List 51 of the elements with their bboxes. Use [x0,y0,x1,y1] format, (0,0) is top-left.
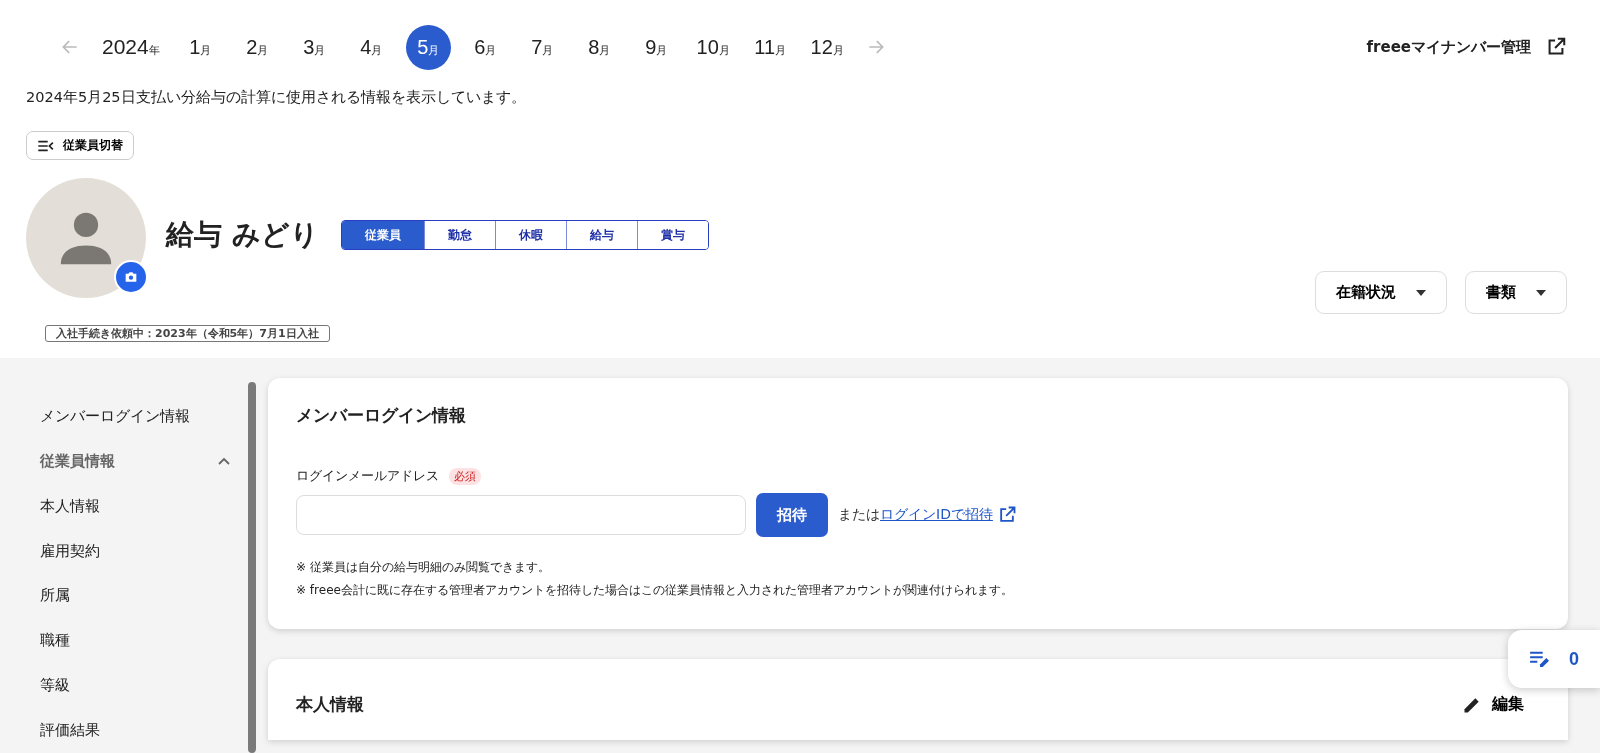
login-id-invite-link[interactable]: ログインIDで招待 [880,506,993,524]
month-tab[interactable]: 2月 [234,24,280,70]
dropdown-button[interactable]: 書類 [1465,271,1567,314]
sidebar-item[interactable]: 雇用契約 [40,528,230,574]
note-text: ※ freee会計に既に存在する管理者アカウントを招待した場合はこの従業員情報と入力された管理者アカウントが関連付けられます。 [296,582,1014,599]
month-tab[interactable]: 1月 [177,24,223,70]
sidebar-item[interactable]: 本人情報 [40,483,230,529]
or-text: または [838,506,880,524]
month-tab[interactable]: 9月 [633,24,679,70]
category-tab[interactable]: 賞与 [636,221,708,249]
category-tab[interactable]: 従業員 [341,221,424,249]
sidebar-item[interactable]: 等級 [40,663,230,709]
email-input-field[interactable] [296,495,746,535]
external-link[interactable]: freeeマイナンバー管理 [1366,37,1531,57]
person-silhouette-icon [58,210,114,266]
scrollbar[interactable] [248,382,256,753]
caret-down-icon [1536,289,1546,296]
chevron-icon [218,457,230,466]
month-tab[interactable]: 5月 [405,24,451,70]
month-tab[interactable]: 6月 [462,24,508,70]
employee-switch-button[interactable]: 従業員切替 [26,131,134,160]
month-tab[interactable]: 8月 [576,24,622,70]
card-title: 本人情報 [296,693,364,716]
month-tab[interactable]: 12月 [804,24,850,70]
note-text: ※ 従業員は自分の給与明細のみ閲覧できます。 [296,559,551,576]
month-tab[interactable]: 7月 [519,24,565,70]
month-tab[interactable]: 4月 [348,24,394,70]
required-badge: 必須 [449,467,481,485]
edit-button[interactable]: 編集 [1456,693,1530,716]
month-tab[interactable]: 3月 [291,24,337,70]
employee-name: 給与 みどり [166,217,319,253]
month-tab[interactable]: 10月 [690,24,736,70]
edit-list-counter-button[interactable]: 0 [1508,630,1600,688]
year-label: 2024年 [102,35,160,59]
description-text: 2024年5月25日支払い分給与の計算に使用される情報を表示しています。 [26,88,527,107]
sidebar-group-header[interactable]: 従業員情報 [40,438,230,484]
sidebar-item[interactable]: メンバーログイン情報 [40,394,230,439]
caret-down-icon [1416,289,1426,296]
dropdown-button[interactable]: 在籍状況 [1315,271,1447,314]
invite-button[interactable]: 招待 [756,493,828,537]
camera-icon [123,269,139,285]
group-label: 従業員情報 [40,451,115,471]
sidebar-item[interactable]: 職種 [40,618,230,664]
list-collapse-icon [37,139,55,152]
month-tab[interactable]: 11月 [747,24,793,70]
field-label: ログインメールアドレス [296,467,439,485]
list-pencil-icon [1529,650,1551,668]
card-title: メンバーログイン情報 [296,404,467,427]
status-badge: 入社手続き依頼中：2023年（令和5年）7月1日入社 [45,325,330,342]
sidebar-item[interactable]: 評価結果 [40,708,230,753]
sidebar-item[interactable]: 所属 [40,573,230,619]
